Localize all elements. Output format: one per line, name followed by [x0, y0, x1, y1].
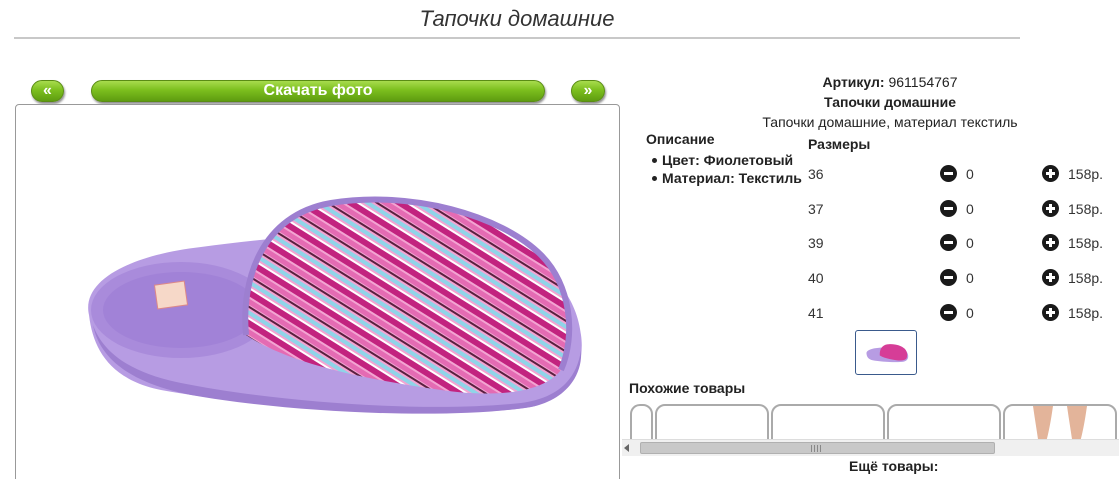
- article-label: Артикул:: [822, 74, 885, 90]
- size-price: 158р.: [1068, 305, 1104, 321]
- size-quantity: 0: [966, 166, 974, 182]
- scroll-left-icon[interactable]: [624, 444, 629, 452]
- article-line: Артикул: 961154767: [740, 72, 1040, 92]
- minus-icon[interactable]: [940, 269, 957, 286]
- size-row: 36 0 158р.: [808, 164, 1119, 184]
- size-price: 158р.: [1068, 270, 1104, 286]
- size-value: 41: [808, 305, 824, 321]
- size-value: 36: [808, 166, 824, 182]
- page-title: Тапочки домашние: [419, 6, 615, 31]
- description-item-material: Материал: Текстиль: [648, 169, 802, 187]
- scrollbar-thumb[interactable]: [640, 442, 995, 454]
- plus-icon[interactable]: [1042, 304, 1059, 321]
- size-row: 40 0 158р.: [808, 268, 1119, 288]
- size-quantity: 0: [966, 270, 974, 286]
- plus-icon[interactable]: [1042, 200, 1059, 217]
- description-title: Описание: [646, 131, 715, 147]
- product-name: Тапочки домашние: [823, 94, 956, 110]
- next-photo-button[interactable]: »: [571, 80, 605, 102]
- minus-icon[interactable]: [940, 200, 957, 217]
- size-price: 158р.: [1068, 201, 1104, 217]
- plus-icon[interactable]: [1042, 234, 1059, 251]
- grip-icon: [811, 445, 823, 452]
- plus-icon[interactable]: [1042, 269, 1059, 286]
- sizes-title: Размеры: [808, 136, 871, 152]
- size-price: 158р.: [1068, 235, 1104, 251]
- size-quantity: 0: [966, 305, 974, 321]
- product-photo: [88, 196, 582, 414]
- article-value: 961154767: [888, 74, 958, 90]
- description-item-color: Цвет: Фиолетовый: [648, 151, 802, 169]
- plus-icon[interactable]: [1042, 165, 1059, 182]
- minus-icon[interactable]: [940, 234, 957, 251]
- size-row: 37 0 158р.: [808, 199, 1119, 219]
- similar-products-title: Похожие товары: [629, 380, 746, 396]
- size-row: 39 0 158р.: [808, 233, 1119, 253]
- prev-photo-button[interactable]: «: [31, 80, 64, 102]
- size-value: 37: [808, 201, 824, 217]
- thumbnail-image: [866, 344, 909, 363]
- size-price: 158р.: [1068, 166, 1104, 182]
- download-photo-button[interactable]: Скачать фото: [91, 80, 545, 102]
- minus-icon[interactable]: [940, 304, 957, 321]
- product-photo-frame: [15, 104, 620, 479]
- product-meta: Артикул: 961154767 Тапочки домашние Тапо…: [740, 72, 1040, 132]
- size-quantity: 0: [966, 201, 974, 217]
- more-products-title: Ещё товары:: [849, 458, 939, 474]
- description-list: Цвет: Фиолетовый Материал: Текстиль: [648, 151, 802, 187]
- product-short-description: Тапочки домашние, материал текстиль: [762, 114, 1018, 130]
- size-value: 40: [808, 270, 824, 286]
- title-divider: [14, 37, 1020, 39]
- minus-icon[interactable]: [940, 165, 957, 182]
- product-thumbnail[interactable]: [855, 330, 917, 375]
- size-value: 39: [808, 235, 824, 251]
- carousel-scrollbar[interactable]: [622, 439, 1119, 456]
- size-row: 41 0 158р.: [808, 303, 1119, 323]
- size-quantity: 0: [966, 235, 974, 251]
